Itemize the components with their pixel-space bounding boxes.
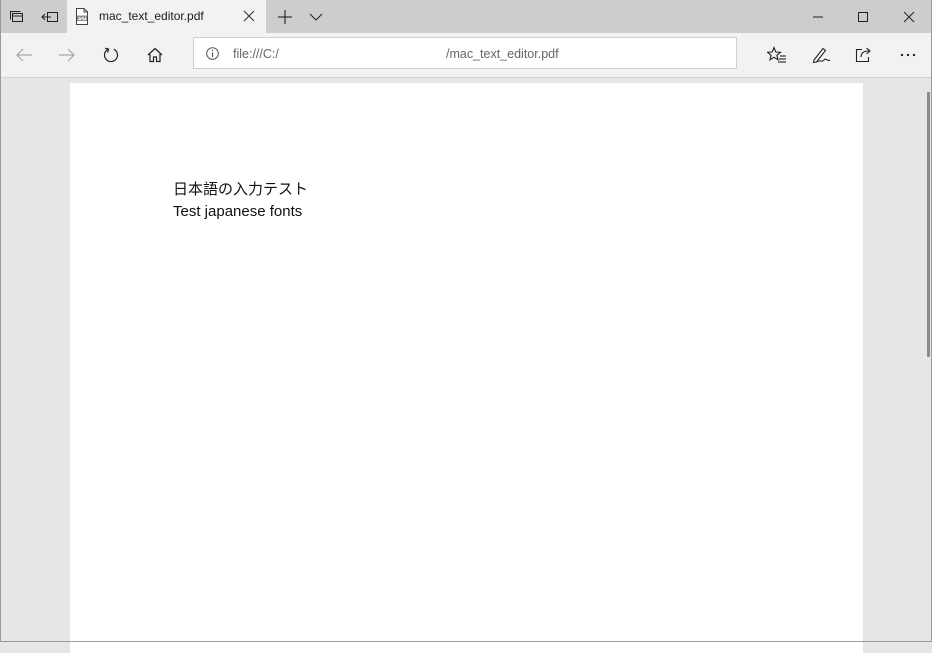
close-tab-button[interactable] xyxy=(243,10,255,22)
navigation-bar: file:///C:/ /mac_text_editor.pdf xyxy=(0,33,932,77)
pdf-page: 日本語の入力テスト Test japanese fonts xyxy=(70,83,863,653)
info-icon[interactable] xyxy=(205,46,220,61)
new-tab-button[interactable] xyxy=(268,0,301,33)
favorites-button[interactable] xyxy=(755,33,799,77)
refresh-button[interactable] xyxy=(89,33,133,77)
forward-arrow-icon xyxy=(58,47,76,63)
tab-active[interactable]: PDF mac_text_editor.pdf xyxy=(67,0,266,33)
pen-icon xyxy=(811,46,831,64)
plus-icon xyxy=(277,9,293,25)
title-bar: PDF mac_text_editor.pdf xyxy=(0,0,932,33)
close-icon xyxy=(903,11,915,23)
minimize-icon xyxy=(812,11,824,23)
tabs-aside-icon xyxy=(9,9,25,25)
tab-title: mac_text_editor.pdf xyxy=(99,9,204,23)
maximize-button[interactable] xyxy=(840,0,886,33)
more-button[interactable] xyxy=(886,33,930,77)
more-icon xyxy=(899,52,917,58)
share-icon xyxy=(854,46,874,64)
notes-button[interactable] xyxy=(799,33,843,77)
url-prefix: file:///C:/ xyxy=(233,47,279,61)
svg-text:PDF: PDF xyxy=(78,16,86,21)
share-button[interactable] xyxy=(842,33,886,77)
refresh-icon xyxy=(102,46,120,64)
document-line-english: Test japanese fonts xyxy=(173,203,303,220)
close-icon xyxy=(243,10,255,22)
close-window-button[interactable] xyxy=(886,0,932,33)
address-bar[interactable]: file:///C:/ /mac_text_editor.pdf xyxy=(193,37,737,69)
vertical-scrollbar[interactable] xyxy=(927,92,930,357)
set-aside-icon xyxy=(40,9,59,25)
forward-button[interactable] xyxy=(45,33,89,77)
tabs-aside-button[interactable] xyxy=(0,0,33,33)
url-suffix: /mac_text_editor.pdf xyxy=(446,47,559,61)
window-border-left xyxy=(0,0,1,642)
minimize-button[interactable] xyxy=(795,0,841,33)
back-arrow-icon xyxy=(15,47,33,63)
chevron-down-icon xyxy=(309,12,323,22)
home-button[interactable] xyxy=(133,33,177,77)
favorites-icon xyxy=(767,46,787,64)
pdf-file-icon: PDF xyxy=(74,8,90,25)
home-icon xyxy=(146,46,164,64)
back-button[interactable] xyxy=(2,33,46,77)
tab-preview-button[interactable] xyxy=(299,0,332,33)
maximize-icon xyxy=(857,11,869,23)
document-line-japanese: 日本語の入力テスト xyxy=(173,180,309,198)
set-aside-button[interactable] xyxy=(33,0,66,33)
pdf-viewer[interactable]: 日本語の入力テスト Test japanese fonts xyxy=(0,77,932,653)
